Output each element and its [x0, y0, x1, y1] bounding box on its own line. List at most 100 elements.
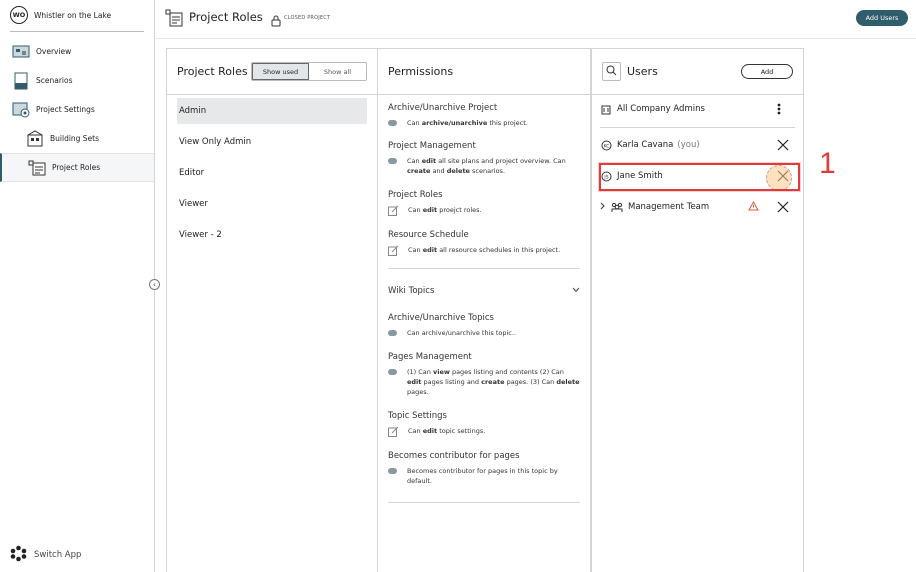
sidebar-item-label: Project Roles — [52, 163, 101, 172]
search-icon — [606, 65, 617, 79]
role-item[interactable]: View Only Admin — [177, 129, 367, 155]
settings-icon — [12, 101, 30, 119]
roles-icon — [165, 9, 183, 27]
perm-text: Can — [408, 206, 423, 214]
sidebar-item-label: Scenarios — [36, 76, 73, 85]
user-name: All Company Admins — [617, 104, 705, 114]
chevron-down-icon — [572, 286, 580, 296]
perm-text: topic settings. — [437, 427, 486, 435]
apps-icon — [10, 545, 27, 565]
user-row[interactable]: All Company Admins — [600, 96, 795, 122]
perm-text: Becomes contributor for pages in this to… — [407, 467, 558, 485]
search-button[interactable] — [602, 62, 621, 81]
add-users-button[interactable]: Add Users — [856, 10, 908, 26]
show-used-button[interactable]: Show used — [252, 63, 309, 80]
perm-text-rich: Can edit all site plans and project over… — [407, 157, 566, 175]
sidebar-item-overview[interactable]: Overview — [0, 37, 154, 66]
roles-filter: Show used Show all — [251, 62, 367, 81]
building-icon — [26, 129, 44, 148]
wiki-topics-toggle[interactable]: Wiki Topics — [378, 269, 590, 313]
permission-description: Can edit all resource schedules in this … — [388, 245, 580, 256]
divider — [600, 127, 795, 128]
permission-description: Can edit proejct roles. — [388, 205, 580, 216]
app-root: WO Whistler on the Lake Overview Scenari… — [0, 0, 916, 572]
perm-text: Can — [408, 246, 423, 254]
permission-description: Can edit topic settings. — [388, 426, 580, 437]
permission-description: Can edit all site plans and project over… — [388, 156, 580, 176]
level-badge-icon — [388, 468, 397, 474]
permission-description: Becomes contributor for pages in this to… — [388, 466, 580, 486]
perm-text-rich: (1) Can view pages listing and contents … — [407, 368, 580, 396]
users-panel-title: Users — [627, 65, 658, 78]
switch-app-button[interactable]: Switch App — [10, 545, 81, 565]
roles-panel-header: Project Roles Show used Show all — [167, 49, 377, 95]
divider — [10, 31, 144, 32]
divider — [156, 38, 916, 39]
level-badge-icon — [388, 330, 397, 336]
permission-title: Becomes contributor for pages — [388, 451, 520, 461]
role-item[interactable]: Editor — [177, 160, 367, 186]
permission-group: Archive/Unarchive Topics Can archive/una… — [378, 313, 590, 502]
sidebar-item-building-sets[interactable]: Building Sets — [0, 124, 154, 153]
scenarios-icon — [12, 72, 30, 90]
project-name: Whistler on the Lake — [34, 10, 112, 20]
more-options-icon[interactable] — [777, 103, 781, 118]
sidebar-item-label: Project Settings — [36, 105, 95, 114]
user-row[interactable]: Management Team — [600, 194, 795, 220]
perm-text: Can — [407, 119, 422, 127]
lock-icon — [271, 12, 281, 27]
sidebar-item-scenarios[interactable]: Scenarios — [0, 66, 154, 95]
user-avatar-icon: KC — [600, 139, 612, 151]
permission-group: Archive/Unarchive Project Can archive/un… — [378, 103, 590, 268]
permissions-panel-title: Permissions — [388, 65, 454, 78]
level-badge-icon — [388, 369, 397, 375]
permissions-panel: Permissions Archive/Unarchive Project Ca… — [377, 48, 591, 572]
permission-title: Project Management — [388, 141, 476, 151]
user-name: Management Team — [628, 202, 710, 212]
sidebar-nav: Overview Scenarios Project Settings Buil… — [0, 37, 154, 182]
users-panel: Users Add All Company Admins KC Karla Ca… — [591, 48, 804, 572]
switch-app-label: Switch App — [34, 550, 82, 560]
permission-title: Pages Management — [388, 352, 472, 362]
level-badge-icon — [388, 158, 397, 164]
perm-text: this project. — [487, 119, 528, 127]
permission-title: Resource Schedule — [388, 230, 469, 240]
team-icon — [611, 201, 623, 213]
page-header: Project Roles CLOSED PROJECT Add Users — [156, 0, 916, 38]
permission-description: (1) Can view pages listing and contents … — [388, 367, 580, 397]
remove-user-icon[interactable] — [777, 139, 789, 151]
role-item[interactable]: Viewer — [177, 191, 367, 217]
user-row[interactable]: KC Karla Cavana (you) — [600, 132, 795, 158]
permission-title: Project Roles — [388, 190, 443, 200]
chevron-left-icon: ‹ — [152, 280, 157, 289]
permission-description: Can archive/unarchive this topic.. — [388, 328, 580, 338]
permission-description: Can archive/unarchive this project. — [388, 118, 580, 128]
show-all-button[interactable]: Show all — [309, 63, 366, 80]
project-badge: WO — [10, 6, 28, 24]
level-badge-icon — [388, 120, 397, 126]
building-icon — [600, 103, 612, 115]
sidebar-item-project-settings[interactable]: Project Settings — [0, 95, 154, 124]
users-panel-header: Users Add — [592, 49, 803, 95]
collapse-sidebar-button[interactable]: ‹ — [149, 279, 160, 290]
permission-title: Archive/Unarchive Topics — [388, 313, 494, 323]
sidebar-item-project-roles[interactable]: Project Roles — [0, 153, 154, 182]
remove-user-icon[interactable] — [777, 201, 789, 213]
perm-text: all resource schedules in this project. — [437, 246, 561, 254]
add-user-button[interactable]: Add — [741, 64, 793, 79]
sidebar: WO Whistler on the Lake Overview Scenari… — [0, 0, 155, 572]
project-switcher[interactable]: WO Whistler on the Lake — [0, 0, 154, 30]
page-title: Project Roles — [189, 10, 263, 24]
project-status: CLOSED PROJECT — [284, 15, 331, 21]
role-item[interactable]: Viewer - 2 — [177, 222, 367, 248]
edit-icon — [388, 245, 399, 256]
annotation-step-number: 1 — [819, 147, 836, 180]
roles-icon — [28, 159, 46, 177]
perm-text-bold: archive/unarchive — [421, 119, 488, 127]
perm-text: proejct roles. — [437, 206, 482, 214]
role-item[interactable]: Admin — [177, 98, 367, 124]
you-label: (you) — [677, 140, 700, 150]
permissions-panel-header: Permissions — [378, 49, 590, 95]
svg-text:KC: KC — [603, 143, 609, 149]
chevron-right-icon[interactable] — [600, 202, 605, 213]
